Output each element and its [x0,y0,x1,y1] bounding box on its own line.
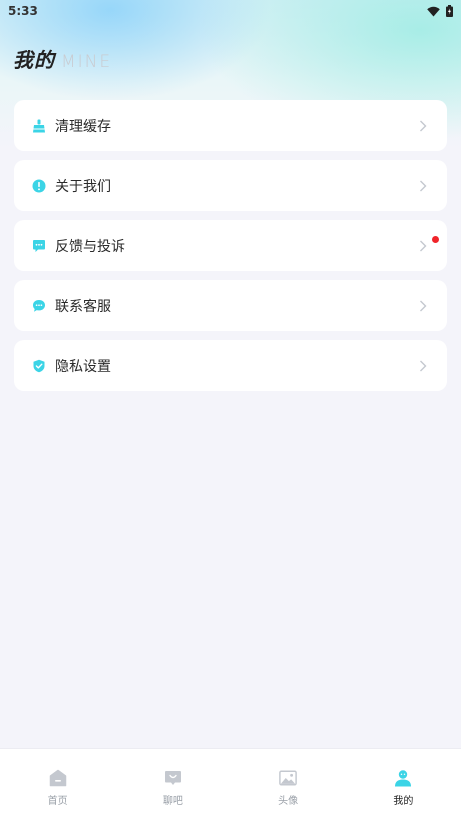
tab-label: 首页 [47,796,68,807]
tab-home[interactable]: 首页 [0,749,115,807]
bottom-tab-bar: 首页 聊吧 头像 我的 [0,748,461,822]
shield-icon [32,359,46,373]
menu-item-privacy-settings[interactable]: 隐私设置 [14,340,447,391]
chat-bubble-icon [164,769,182,787]
chevron-right-icon [420,300,427,311]
chevron-right-icon [420,120,427,131]
image-icon [279,769,297,787]
chat-icon [32,299,46,313]
tab-avatar[interactable]: 头像 [231,749,346,807]
info-icon [32,179,46,193]
battery-icon [446,5,453,17]
menu-item-about-us[interactable]: 关于我们 [14,160,447,211]
status-time: 5:33 [8,4,38,18]
tab-label: 头像 [278,796,299,807]
home-icon [49,769,67,787]
settings-menu: 清理缓存 关于我们 反馈与投诉 联系客服 隐私设置 [14,100,447,400]
menu-item-label: 联系客服 [55,298,111,315]
page-header: 我的 MINE [13,44,112,73]
feedback-icon [32,239,46,253]
broom-icon [32,119,46,133]
status-icons [427,5,453,17]
tab-label: 我的 [393,796,414,807]
menu-item-feedback[interactable]: 反馈与投诉 [14,220,447,271]
status-bar: 5:33 [0,0,461,22]
menu-item-label: 隐私设置 [55,358,111,375]
tab-mine[interactable]: 我的 [346,749,461,807]
chevron-right-icon [420,360,427,371]
menu-item-contact-support[interactable]: 联系客服 [14,280,447,331]
menu-item-label: 关于我们 [55,178,111,195]
wifi-icon [427,6,440,16]
tab-chat[interactable]: 聊吧 [115,749,230,807]
page-subtitle: MINE [61,52,113,72]
chevron-right-icon [420,180,427,191]
menu-item-label: 反馈与投诉 [55,238,125,255]
tab-label: 聊吧 [162,796,183,807]
menu-item-clear-cache[interactable]: 清理缓存 [14,100,447,151]
user-icon [394,769,412,787]
menu-item-label: 清理缓存 [55,118,111,135]
chevron-right-icon [420,240,427,251]
page-title: 我的 [13,48,55,72]
notification-dot [432,236,439,243]
